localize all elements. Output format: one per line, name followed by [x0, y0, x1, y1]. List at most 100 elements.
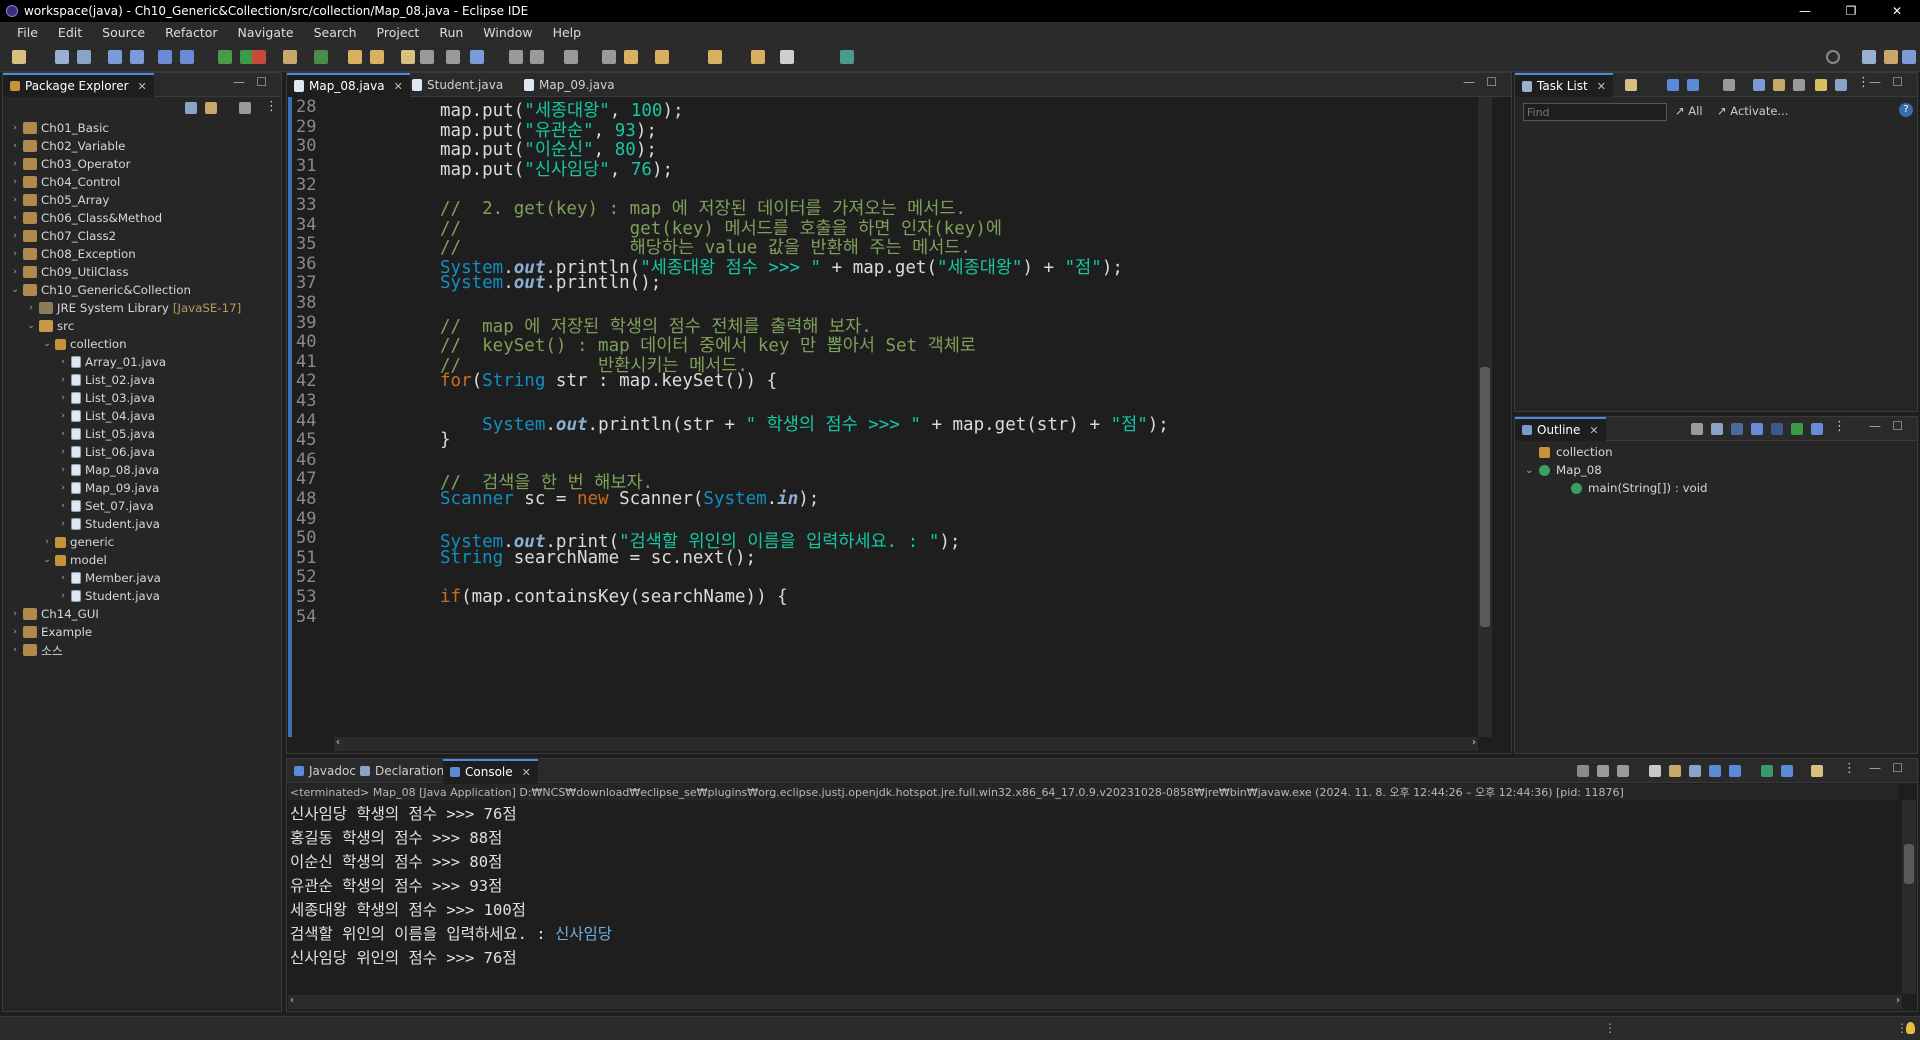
view-menu-icon[interactable]: ⋮	[265, 99, 278, 114]
link-icon[interactable]	[1791, 423, 1803, 435]
expanded-arrow-icon[interactable]: ⌄	[25, 321, 37, 331]
code-line[interactable]: System.out.println();	[440, 273, 661, 293]
search-icon[interactable]	[1826, 50, 1840, 64]
expanded-arrow-icon[interactable]: ⌄	[41, 555, 53, 565]
code-line[interactable]: map.put("신사임당", 76);	[440, 156, 673, 181]
pin-editor-icon[interactable]	[602, 50, 617, 64]
open-folder-icon[interactable]	[400, 50, 415, 64]
new-java-project-icon[interactable]	[314, 50, 329, 64]
tree-item[interactable]: › Ch06_Class&Method	[3, 209, 162, 227]
code-line[interactable]: if(map.containsKey(searchName)) {	[440, 587, 788, 607]
collapsed-arrow-icon[interactable]: ›	[9, 609, 21, 619]
scroll-left-icon[interactable]: ‹	[290, 995, 294, 1006]
collapsed-arrow-icon[interactable]: ›	[25, 303, 37, 313]
maximize-view-icon[interactable]: ☐	[1486, 75, 1497, 89]
collapse-icon[interactable]	[1793, 79, 1805, 91]
lightbulb-icon[interactable]	[1906, 1022, 1915, 1034]
annotation-icon[interactable]	[470, 50, 485, 64]
redo-icon[interactable]	[129, 50, 144, 64]
menu-refactor[interactable]: Refactor	[156, 25, 226, 40]
close-icon[interactable]: ✕	[522, 766, 531, 779]
collapsed-arrow-icon[interactable]: ›	[9, 267, 21, 277]
maximize-view-icon[interactable]: ☐	[256, 75, 267, 89]
menu-help[interactable]: Help	[544, 25, 591, 40]
collapsed-arrow-icon[interactable]: ›	[9, 159, 21, 169]
tab-map-08[interactable]: Map_08.java ✕	[287, 73, 410, 97]
filter-icon[interactable]	[1811, 423, 1823, 435]
new-task-icon[interactable]	[1625, 79, 1637, 91]
show-whitespace-icon[interactable]	[530, 50, 545, 64]
tree-item[interactable]: ⌄ src	[3, 317, 74, 335]
maximize-view-icon[interactable]: ☐	[1892, 419, 1903, 433]
tree-item[interactable]: ⌄ model	[3, 551, 107, 569]
scroll-left-icon[interactable]: ‹	[336, 737, 340, 748]
menu-run[interactable]: Run	[430, 25, 472, 40]
remove-all-icon[interactable]	[1617, 765, 1629, 777]
tree-item[interactable]: ⌄ Ch10_Generic&Collection	[3, 281, 191, 299]
tab-map-09[interactable]: Map_09.java	[517, 73, 622, 97]
tree-item[interactable]: › List_03.java	[3, 389, 155, 407]
hide-nonpublic-icon[interactable]	[1751, 423, 1763, 435]
marketplace-icon[interactable]	[840, 50, 854, 64]
tree-item[interactable]: › Ch14_GUI	[3, 605, 99, 623]
new-class-icon[interactable]	[369, 50, 384, 64]
minimize-view-icon[interactable]: —	[1869, 75, 1881, 89]
next-annotation-icon[interactable]	[624, 50, 638, 64]
tree-item[interactable]: › Map_08.java	[3, 461, 159, 479]
collapsed-arrow-icon[interactable]: ›	[9, 627, 21, 637]
clear-console-icon[interactable]	[1649, 765, 1661, 777]
collapsed-arrow-icon[interactable]: ›	[57, 393, 69, 403]
undo-icon[interactable]	[108, 50, 122, 64]
tree-item[interactable]: ⌄ collection	[3, 335, 126, 353]
close-window-button[interactable]: ✕	[1874, 0, 1920, 22]
tree-item[interactable]: › Array_01.java	[3, 353, 166, 371]
minimize-button[interactable]: —	[1782, 0, 1828, 22]
tab-javadoc[interactable]: Javadoc	[287, 759, 363, 783]
tree-item[interactable]: › Ch07_Class2	[3, 227, 116, 245]
minimize-view-icon[interactable]: —	[1463, 75, 1475, 89]
code-line[interactable]: String searchName = sc.next();	[440, 548, 756, 568]
new-console-icon[interactable]	[1811, 765, 1823, 777]
close-icon[interactable]: ✕	[1589, 424, 1598, 437]
debug-perspective-icon[interactable]	[1902, 50, 1916, 64]
console-vertical-scrollbar[interactable]	[1902, 800, 1916, 994]
refresh-icon[interactable]	[1815, 79, 1827, 91]
menu-file[interactable]: File	[8, 25, 47, 40]
collapsed-arrow-icon[interactable]: ›	[9, 231, 21, 241]
tree-item[interactable]: › Ch05_Array	[3, 191, 109, 209]
collapsed-arrow-icon[interactable]: ›	[57, 411, 69, 421]
open-perspective-icon[interactable]	[1862, 50, 1876, 64]
tree-item[interactable]: › JRE System Library [JavaSE-17]	[3, 299, 241, 317]
tree-item[interactable]: › 소스	[3, 641, 63, 659]
external-tools-icon[interactable]	[283, 50, 298, 64]
tree-item[interactable]: › Map_09.java	[3, 479, 159, 497]
collapsed-arrow-icon[interactable]: ›	[9, 123, 21, 133]
outline-item[interactable]: main(String[]) : void	[1557, 479, 1708, 497]
forward-icon[interactable]	[751, 50, 766, 64]
editor-horizontal-scrollbar[interactable]: ‹ ›	[334, 737, 1478, 751]
activate-link[interactable]: ↗ Activate...	[1717, 104, 1788, 118]
tree-item[interactable]: › List_04.java	[3, 407, 155, 425]
prev-annotation-icon[interactable]	[655, 50, 670, 64]
minimize-view-icon[interactable]: —	[1869, 419, 1881, 433]
categorize-icon[interactable]	[1667, 79, 1679, 91]
tab-console[interactable]: Console ✕	[443, 759, 538, 783]
collapsed-arrow-icon[interactable]: ›	[9, 249, 21, 259]
collapsed-arrow-icon[interactable]: ›	[9, 213, 21, 223]
collapsed-arrow-icon[interactable]: ›	[57, 483, 69, 493]
save-all-icon[interactable]	[76, 50, 91, 64]
task-find-input[interactable]	[1523, 103, 1667, 121]
maximize-view-icon[interactable]: ☐	[1892, 75, 1903, 89]
collapsed-arrow-icon[interactable]: ›	[9, 195, 21, 205]
outline-arrow-icon[interactable]: ⌄	[1525, 465, 1539, 476]
hide-static-icon[interactable]	[1731, 423, 1743, 435]
collapsed-arrow-icon[interactable]: ›	[57, 375, 69, 385]
terminate-icon[interactable]	[1577, 765, 1589, 777]
collapsed-arrow-icon[interactable]: ›	[57, 501, 69, 511]
filter-icon[interactable]	[239, 102, 251, 114]
tree-item[interactable]: › Ch09_UtilClass	[3, 263, 128, 281]
collapsed-arrow-icon[interactable]: ›	[57, 591, 69, 601]
menu-window[interactable]: Window	[474, 25, 541, 40]
tree-item[interactable]: › Member.java	[3, 569, 161, 587]
focus-icon[interactable]	[1723, 79, 1735, 91]
